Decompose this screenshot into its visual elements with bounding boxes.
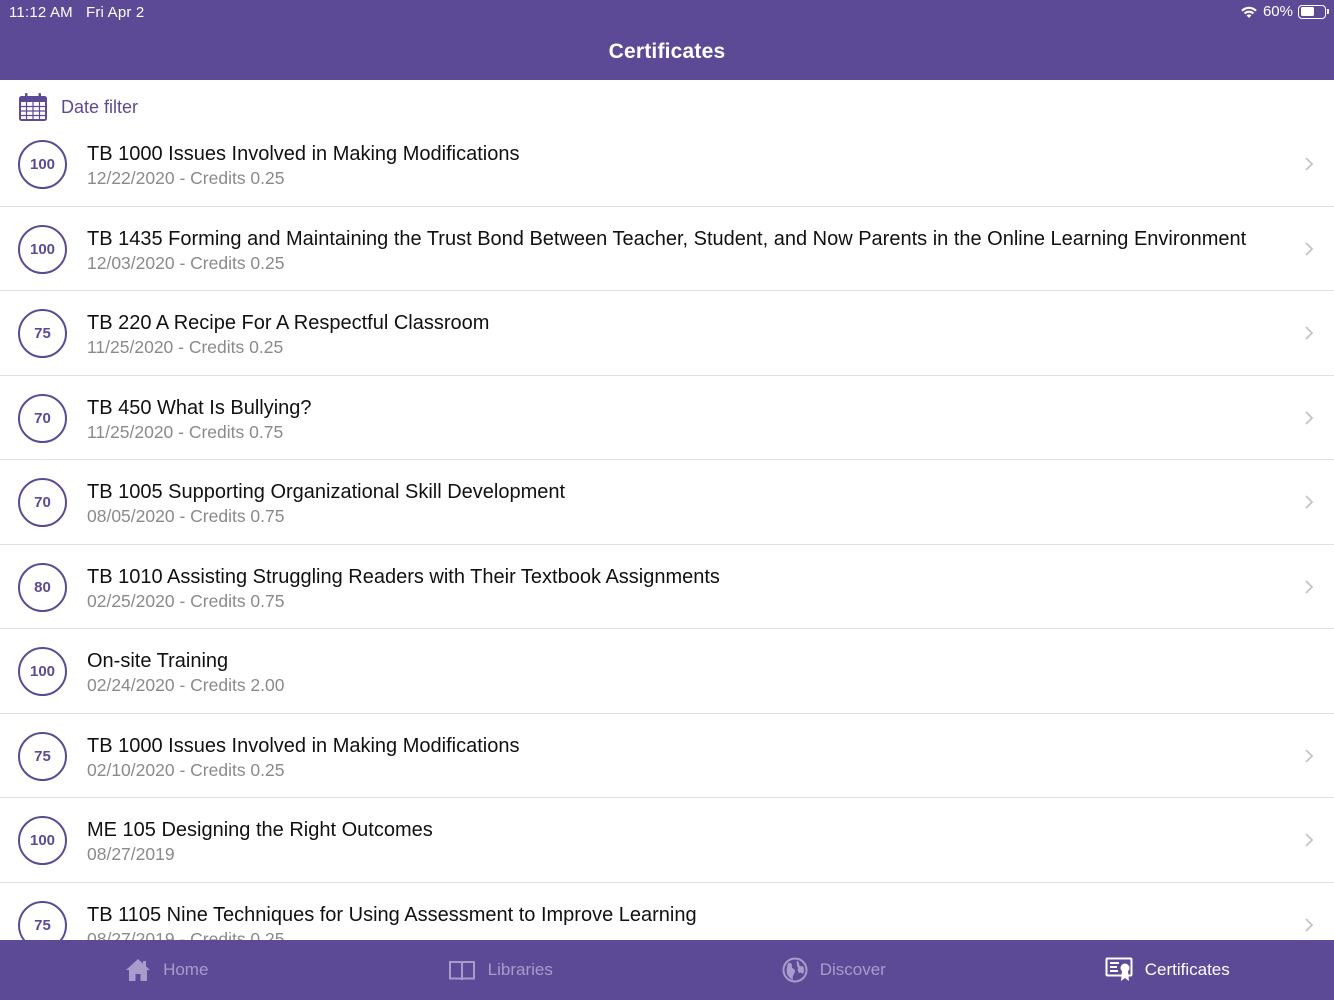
certificate-date-credits: 11/25/2020 - Credits 0.75: [87, 421, 284, 442]
certificate-date-credits: 12/22/2020 - Credits 0.25: [87, 168, 285, 188]
home-icon: [126, 959, 151, 981]
battery-percent: 60%: [1262, 3, 1293, 20]
tab-discover[interactable]: Discover: [667, 940, 1001, 1000]
certificate-title: TB 1105 Nine Techniques for Using Assess…: [87, 903, 697, 926]
tab-certificates-label: Certificates: [1144, 960, 1230, 979]
certificate-date-credits: 02/24/2020 - Credits 2.00: [87, 675, 285, 695]
certificate-row[interactable]: 75 TB 1000 Issues Involved in Making Modi…: [0, 714, 1334, 798]
status-time: 11:12 AM: [9, 4, 73, 21]
tab-certificates[interactable]: Certificates: [1001, 940, 1334, 1000]
chevron-right-icon: [1305, 410, 1314, 425]
score-badge: 70: [18, 478, 67, 527]
score-badge: 100: [18, 647, 67, 696]
chevron-right-icon: [1305, 157, 1314, 171]
status-bar-time: 11:12 AM Fri Apr 2: [9, 4, 144, 21]
certificate-title: TB 450 What Is Bullying?: [87, 396, 312, 419]
score-badge: 70: [18, 393, 67, 443]
tab-home-label: Home: [163, 960, 209, 979]
certificate-row[interactable]: 100 ME 105 Designing the Right Outcomes 08…: [0, 798, 1334, 883]
certificate-row[interactable]: 80 TB 1010 Assisting Struggling Readers w…: [0, 545, 1334, 629]
globe-icon: [782, 957, 808, 983]
certificate-row[interactable]: 100 TB 1000 Issues Involved in Making Mod…: [0, 122, 1334, 207]
calendar-icon: [19, 93, 47, 121]
chevron-right-icon: [1305, 241, 1314, 256]
certificate-row[interactable]: 70 TB 1005 Supporting Organizational Skil…: [0, 460, 1334, 545]
score-badge: 100: [18, 816, 67, 865]
certificate-date-credits: 08/05/2020 - Credits 0.75: [87, 506, 285, 526]
certificate-date-credits: 02/25/2020 - Credits 0.75: [87, 590, 285, 611]
certificate-title: On-site Training: [87, 650, 229, 672]
certificate-title: TB 1435 Forming and Maintaining the Trus…: [87, 227, 1247, 250]
chevron-right-icon: [1305, 495, 1314, 509]
score-badge: 75: [18, 309, 67, 358]
certificate-row[interactable]: 75 TB 1105 Nine Techniques for Using Asse…: [0, 883, 1334, 941]
chevron-right-icon: [1305, 326, 1314, 340]
score-badge: 75: [18, 900, 67, 940]
chevron-right-icon: [1305, 917, 1314, 932]
battery-level: [1300, 7, 1315, 16]
chevron-right-icon: [1305, 579, 1314, 594]
tab-libraries-label: Libraries: [487, 960, 553, 979]
certificate-title: TB 1000 Issues Involved in Making Modifi…: [87, 143, 520, 165]
certificate-title: TB 1000 Issues Involved in Making Modifi…: [87, 734, 520, 757]
certificate-date-credits: 02/10/2020 - Credits 0.25: [87, 759, 285, 780]
page-title: Certificates: [608, 40, 726, 63]
certificate-date-credits: 12/03/2020 - Credits 0.25: [87, 252, 285, 273]
status-bar-right: 60%: [1240, 3, 1329, 20]
score-badge: 75: [18, 731, 67, 781]
header: 11:12 AM Fri Apr 2 60% Certificates: [0, 0, 1334, 80]
certificate-date-credits: 08/27/2019 - Credits 0.25: [87, 928, 285, 941]
certificate-row[interactable]: 100 TB 1435 Forming and Maintaining the T…: [0, 207, 1334, 291]
certificate-title: ME 105 Designing the Right Outcomes: [87, 819, 433, 841]
certificate-title: TB 220 A Recipe For A Respectful Classro…: [87, 312, 490, 334]
certificate-title: TB 1010 Assisting Struggling Readers wit…: [87, 565, 720, 588]
book-icon: [448, 961, 475, 981]
tab-bar: Home Libraries Discover Certificates: [0, 940, 1334, 1000]
certificate-list[interactable]: 100 TB 1000 Issues Involved in Making Mod…: [0, 122, 1334, 940]
certificate-date-credits: 08/27/2019: [87, 844, 175, 864]
certificate-date-credits: 11/25/2020 - Credits 0.25: [87, 337, 284, 357]
score-badge: 100: [18, 224, 67, 274]
certificate-row[interactable]: 75 TB 220 A Recipe For A Respectful Class…: [0, 291, 1334, 376]
chevron-right-icon: [1305, 833, 1314, 847]
battery-icon: [1298, 4, 1329, 19]
score-badge: 100: [18, 140, 67, 189]
score-badge: 80: [18, 562, 67, 612]
certificate-row[interactable]: 100 On-site Training 02/24/2020 - Credits …: [0, 629, 1334, 714]
tab-libraries[interactable]: Libraries: [334, 940, 668, 1000]
chevron-right-icon: [1305, 748, 1314, 763]
certificate-icon: [1105, 957, 1133, 981]
status-date: Fri Apr 2: [85, 4, 145, 21]
certificate-row[interactable]: 70 TB 450 What Is Bullying? 11/25/2020 - C…: [0, 376, 1334, 460]
date-filter-label: Date filter: [61, 96, 139, 117]
tab-home[interactable]: Home: [0, 940, 334, 1000]
wifi-icon: [1241, 6, 1257, 18]
tab-discover-label: Discover: [819, 960, 886, 979]
certificate-title: TB 1005 Supporting Organizational Skill …: [87, 481, 566, 503]
